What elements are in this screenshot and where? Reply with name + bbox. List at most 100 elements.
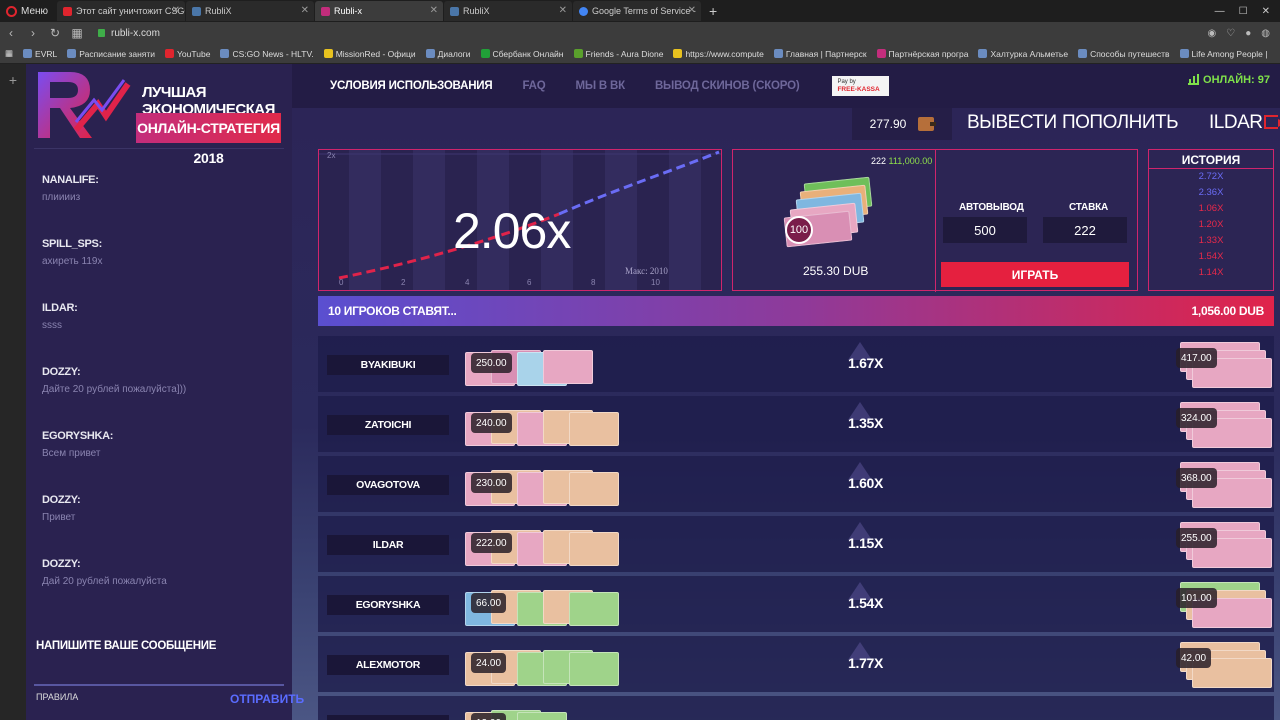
chat-username[interactable]: EGORYSHKA:: [42, 430, 272, 442]
play-button[interactable]: ИГРАТЬ: [941, 262, 1129, 287]
bookmark-label: MissionRed - Офици: [335, 48, 416, 59]
vpn-icon[interactable]: ●: [1245, 28, 1251, 39]
cashout-multiplier: 1.15X: [848, 535, 884, 551]
history-item: 1.33X: [1198, 235, 1224, 246]
site-logo[interactable]: ЛУЧШАЯ ЭКОНОМИЧЕСКАЯ ОНЛАЙН-СТРАТЕГИЯ 20…: [36, 70, 286, 166]
wallet-icon: [918, 117, 937, 131]
close-window-icon[interactable]: ✕: [1262, 6, 1270, 17]
browser-tab[interactable]: Этот сайт уничтожит CSGO ✕: [57, 1, 186, 21]
chat-text: Дай 20 рублей пожалуйста: [42, 576, 167, 587]
player-name[interactable]: ILDAR: [327, 535, 449, 555]
address-bar: ‹ › ↻ ▦ rubli-x.com ◉ ♡ ● ◍: [0, 22, 1280, 44]
reload-icon[interactable]: ↻: [44, 26, 66, 40]
win-banknotes-icon: 368.00: [1172, 462, 1272, 508]
win-amount: 324.00: [1176, 408, 1217, 428]
nav-skins-withdraw[interactable]: ВЫВОД СКИНОВ (СКОРО): [640, 80, 815, 92]
stake-input[interactable]: 222: [1043, 217, 1127, 243]
chat-username[interactable]: DOZZY:: [42, 558, 272, 570]
close-tab-icon[interactable]: ✕: [430, 5, 438, 16]
bookmark-item[interactable]: https://www.compute: [668, 49, 768, 59]
bookmark-label: Сбербанк Онлайн: [492, 48, 564, 59]
bookmark-icon: [573, 49, 583, 58]
bookmark-item[interactable]: CS:GO News - HLTV.: [215, 49, 318, 59]
user-logout[interactable]: ILDAR: [1209, 112, 1280, 134]
cashout-multiplier: 1.77X: [848, 655, 884, 671]
bar-chart-icon: [1188, 73, 1200, 85]
withdraw-button[interactable]: ВЫВЕСТИ: [967, 112, 1057, 134]
win-amount: 417.00: [1176, 348, 1217, 368]
player-name[interactable]: ZATOICHI: [327, 415, 449, 435]
back-icon[interactable]: ‹: [0, 26, 22, 40]
win-banknotes-icon: 101.00: [1172, 582, 1272, 628]
nav-faq[interactable]: FAQ: [507, 80, 560, 92]
browser-tab[interactable]: Google Terms of Service - ✕: [573, 1, 702, 21]
logo-tagline-2: ОНЛАЙН-СТРАТЕГИЯ 2018: [136, 113, 281, 166]
browser-tab[interactable]: RubliX ✕: [444, 1, 573, 21]
rules-link[interactable]: ПРАВИЛА: [36, 692, 78, 702]
bet-stats: 222 111,000.00: [871, 156, 932, 166]
bet-banknotes-icon: 24.00: [465, 644, 625, 688]
player-name[interactable]: BYAKIBUKI: [327, 355, 449, 375]
bookmark-item[interactable]: Способы путешеств: [1073, 49, 1174, 59]
add-sidebar-icon[interactable]: +: [0, 72, 26, 88]
bookmark-item[interactable]: Халтурка Альметье: [973, 49, 1073, 59]
player-name[interactable]: 5KMMP: [327, 715, 449, 720]
chat-text: ssss: [42, 320, 62, 331]
send-button[interactable]: ОТПРАВИТЬ: [230, 692, 304, 706]
adblock-icon[interactable]: ◉: [1208, 28, 1217, 39]
player-name[interactable]: ALEXMOTOR: [327, 655, 449, 675]
close-tab-icon[interactable]: ✕: [688, 5, 696, 16]
autocashout-input[interactable]: 500: [943, 217, 1027, 243]
logout-icon[interactable]: [1264, 115, 1280, 129]
nav-terms[interactable]: УСЛОВИЯ ИСПОЛЬЗОВАНИЯ: [292, 80, 507, 92]
player-name[interactable]: EGORYSHKA: [327, 595, 449, 615]
chat-username[interactable]: DOZZY:: [42, 366, 272, 378]
minimize-icon[interactable]: —: [1215, 6, 1225, 17]
bookmark-item[interactable]: Главная | Партнерск: [769, 49, 872, 59]
payment-badge-line1: Pay by: [837, 79, 856, 85]
browser-menu-button[interactable]: Меню: [0, 0, 56, 22]
account-icon[interactable]: ◍: [1261, 28, 1270, 39]
bookmark-heart-icon[interactable]: ♡: [1226, 28, 1235, 39]
speed-dial-icon[interactable]: ▦: [66, 26, 88, 40]
bookmark-label: Расписание заняти: [79, 48, 156, 59]
browser-tab[interactable]: RubliX ✕: [186, 1, 315, 21]
chat-username[interactable]: NANALIFE:: [42, 174, 272, 186]
x-tick-label: 0: [339, 278, 344, 287]
bookmark-label: Партнёрская програ: [888, 48, 969, 59]
bookmark-icon: [23, 49, 33, 58]
url-field[interactable]: rubli-x.com: [94, 24, 1208, 42]
chat-username[interactable]: ILDAR:: [42, 302, 272, 314]
close-tab-icon[interactable]: ✕: [559, 5, 567, 16]
bookmark-item[interactable]: Партнёрская програ: [872, 49, 974, 59]
close-tab-icon[interactable]: ✕: [301, 5, 309, 16]
chat-username[interactable]: SPILL_SPS:: [42, 238, 272, 250]
bookmark-item[interactable]: Life Among People |: [1175, 49, 1273, 59]
forward-icon[interactable]: ›: [22, 26, 44, 40]
new-tab-button[interactable]: +: [709, 3, 717, 19]
free-kassa-badge[interactable]: Pay by FREE-KASSA: [832, 76, 890, 96]
opera-logo-icon: [6, 5, 17, 17]
chat-username[interactable]: DOZZY:: [42, 494, 272, 506]
player-name[interactable]: OVAGOTOVA: [327, 475, 449, 495]
menu-label: Меню: [21, 5, 49, 17]
bookmark-item[interactable]: YouTube: [160, 49, 215, 59]
pot-total: 255.30 DUB: [803, 264, 869, 278]
bookmark-item[interactable]: Сбербанк Онлайн: [476, 49, 569, 59]
chat-message-input[interactable]: НАПИШИТЕ ВАШЕ СООБЩЕНИЕ: [36, 640, 216, 652]
bookmark-item[interactable]: Friends - Aura Dione: [569, 49, 669, 59]
youtube-icon: [165, 49, 175, 58]
maximize-icon[interactable]: ☐: [1239, 6, 1248, 17]
bookmark-item[interactable]: MissionRed - Офици: [319, 49, 421, 59]
win-amount: 368.00: [1176, 468, 1217, 488]
x-tick-label: 2: [401, 278, 406, 287]
browser-tab-active[interactable]: Rubli-x ✕: [315, 1, 444, 21]
deposit-button[interactable]: ПОПОЛНИТЬ: [1062, 112, 1179, 134]
bookmark-item[interactable]: Расписание заняти: [62, 49, 160, 59]
nav-vk[interactable]: МЫ В ВК: [560, 80, 639, 92]
close-tab-icon[interactable]: ✕: [172, 5, 180, 16]
bookmark-item[interactable]: Диалоги: [421, 49, 476, 59]
bookmark-item[interactable]: EVRL: [18, 49, 62, 59]
apps-icon[interactable]: ▦: [0, 48, 18, 59]
x-tick-label: 8: [591, 278, 596, 287]
